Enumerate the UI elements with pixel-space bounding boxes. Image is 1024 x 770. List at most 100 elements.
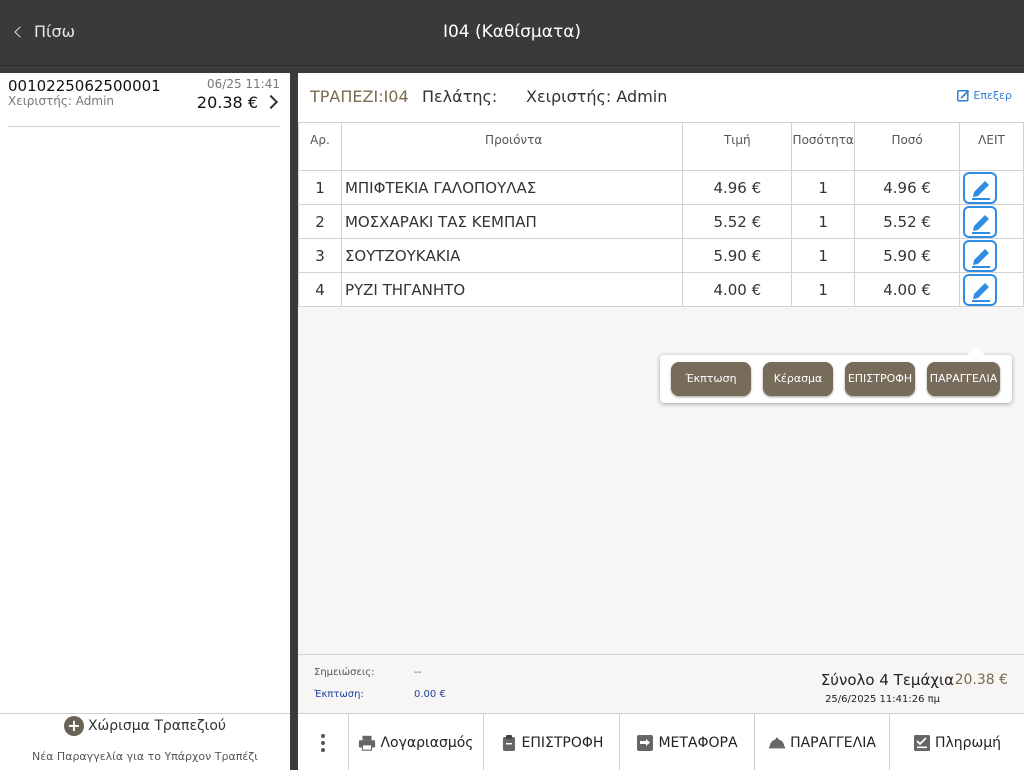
top-bar: Πίσω I04 (Καθίσματα) — [0, 0, 1024, 66]
dot — [321, 740, 325, 745]
row-qty: 1 — [791, 238, 856, 273]
row-amount: 4.00 € — [854, 272, 961, 307]
table-label: ΤΡΑΠΕΖΙ:I04 — [310, 87, 409, 106]
row-edit-button[interactable] — [963, 239, 998, 272]
cloche-icon — [768, 737, 786, 748]
order-button[interactable]: ΠΑΡΑΓΓΕΛΙΑ — [754, 714, 889, 770]
operator-label: Χειριστής: Admin — [526, 87, 668, 106]
col-price-header: Τιμή — [682, 122, 793, 171]
printer-icon — [359, 735, 376, 751]
payment-label: Πληρωμή — [934, 734, 1002, 751]
plus-circle-icon: + — [63, 716, 84, 736]
order-card[interactable]: 0010225062500001 06/25 11:41 Χειριστής: … — [8, 75, 280, 127]
orders-panel: 0010225062500001 06/25 11:41 Χειριστής: … — [0, 73, 290, 770]
order-item-button[interactable]: ΠΑΡΑΓΓΕΛΙΑ — [927, 362, 1000, 396]
col-product-header: Προιόντα — [340, 122, 684, 171]
popup-arrow — [966, 346, 986, 356]
return-button[interactable]: ΕΠΙΣΤΡΟΦΗ — [483, 714, 619, 770]
dot — [321, 747, 325, 752]
discount-button[interactable]: Έκπτωση — [671, 362, 751, 396]
transfer-icon — [637, 734, 654, 751]
col-no-header: Αρ. — [298, 122, 342, 171]
col-amount-header: Ποσό — [854, 122, 961, 171]
row-qty: 1 — [791, 204, 856, 239]
edit-icon — [957, 90, 970, 102]
chevron-right-icon — [263, 94, 279, 110]
col-qty-header: Ποσότητα — [791, 122, 856, 171]
row-amount: 5.52 € — [854, 204, 961, 239]
pencil-icon — [972, 180, 991, 200]
row-price: 4.96 € — [682, 170, 793, 205]
panel-divider — [290, 73, 298, 770]
row-no: 1 — [298, 170, 342, 205]
table-row[interactable]: 3 ΣΟΥΤΖΟΥΚΑΚΙΑ 5.90 € 1 5.90 € — [298, 238, 1024, 273]
dot — [321, 733, 325, 738]
order-detail-panel: ΤΡΑΠΕΖΙ:I04 Πελάτης: Χειριστής: Admin Επ… — [298, 73, 1024, 770]
row-action — [959, 170, 1024, 205]
order-info-bar: ΤΡΑΠΕΖΙ:I04 Πελάτης: Χειριστής: Admin Επ… — [298, 73, 1024, 122]
row-price: 5.52 € — [682, 204, 793, 239]
discount-label: Έκπτωση: — [314, 689, 364, 700]
row-edit-button[interactable] — [963, 171, 998, 204]
row-actions-popup: Έκπτωση Κέρασμα ΕΠΙΣΤΡΟΦΗ ΠΑΡΑΓΓΕΛΙΑ — [660, 346, 1012, 403]
pencil-icon — [972, 282, 991, 302]
order-operator: Χειριστής: Admin — [8, 94, 115, 108]
row-action — [959, 238, 1024, 273]
customer-label: Πελάτης: — [422, 87, 498, 106]
row-qty: 1 — [791, 272, 856, 307]
more-menu-button[interactable] — [298, 714, 348, 770]
return-item-button[interactable]: ΕΠΙΣΤΡΟΦΗ — [845, 362, 915, 396]
table-row[interactable]: 1 ΜΠΙΦΤΕΚΙΑ ΓΑΛΟΠΟΥΛΑΣ 4.96 € 1 4.96 € — [298, 170, 1024, 205]
split-table-label: Χώρισμα Τραπεζιού — [87, 718, 227, 734]
row-edit-button[interactable] — [963, 205, 998, 238]
row-amount: 4.96 € — [854, 170, 961, 205]
order-summary: Σημειώσεις: -- Έκπτωση: 0.00 € Σύνολο 4 … — [298, 654, 1024, 713]
table-header-row: Αρ. Προιόντα Τιμή Ποσότητα Ποσό ΛΕΙΤ — [298, 122, 1024, 171]
row-qty: 1 — [791, 170, 856, 205]
row-action — [959, 272, 1024, 307]
row-price: 5.90 € — [682, 238, 793, 273]
table-row[interactable]: 2 ΜΟΣΧΑΡΑΚΙ ΤΑΣ ΚΕΜΠΑΠ 5.52 € 1 5.52 € — [298, 204, 1024, 239]
order-timestamp: 25/6/2025 11:41:26 πμ — [825, 694, 940, 705]
row-action — [959, 204, 1024, 239]
row-product: ΡΥΖΙ ΤΗΓΑΝΗΤΟ — [340, 272, 684, 307]
edit-order-button[interactable]: Επεξερ — [957, 89, 1012, 102]
payment-button[interactable]: Πληρωμή — [889, 714, 1024, 770]
pencil-icon — [972, 248, 991, 268]
discount-value: 0.00 € — [414, 689, 446, 700]
order-label: ΠΑΡΑΓΓΕΛΙΑ — [790, 734, 876, 751]
pos-app: Πίσω I04 (Καθίσματα) 0010225062500001 06… — [0, 0, 1024, 770]
total-label: Σύνολο 4 Τεμάχια — [820, 671, 954, 689]
row-product: ΜΠΙΦΤΕΚΙΑ ΓΑΛΟΠΟΥΛΑΣ — [340, 170, 684, 205]
split-table-button[interactable]: + Χώρισμα Τραπεζιού — [0, 716, 290, 736]
treat-button[interactable]: Κέρασμα — [763, 362, 833, 396]
order-total: 20.38 € — [196, 93, 258, 112]
clipboard-icon — [502, 734, 515, 751]
notes-value: -- — [414, 667, 422, 678]
row-amount: 5.90 € — [854, 238, 961, 273]
row-no: 2 — [298, 204, 342, 239]
transfer-button[interactable]: ΜΕΤΑΦΟΡΑ — [619, 714, 754, 770]
row-edit-button[interactable] — [963, 273, 998, 306]
edit-order-label: Επεξερ — [973, 89, 1012, 102]
row-product: ΜΟΣΧΑΡΑΚΙ ΤΑΣ ΚΕΜΠΑΠ — [340, 204, 684, 239]
row-no: 3 — [298, 238, 342, 273]
transfer-label: ΜΕΤΑΦΟΡΑ — [658, 734, 738, 751]
pencil-icon — [972, 214, 991, 234]
order-date: 06/25 11:41 — [207, 77, 280, 91]
return-label: ΕΠΙΣΤΡΟΦΗ — [521, 734, 604, 751]
col-action-header: ΛΕΙΤ — [959, 122, 1024, 171]
action-toolbar: Λογαριασμός ΕΠΙΣΤΡΟΦΗ ΜΕΤΑΦΟΡΑ ΠΑΡΑΓΓΕΛΙ… — [298, 713, 1024, 770]
table-row[interactable]: 4 ΡΥΖΙ ΤΗΓΑΝΗΤΟ 4.00 € 1 4.00 € — [298, 272, 1024, 307]
new-order-link[interactable]: Νέα Παραγγελία για το Υπάρχον Τραπέζι — [0, 750, 290, 763]
left-footer: + Χώρισμα Τραπεζιού Νέα Παραγγελία για τ… — [0, 713, 290, 770]
order-items-table: Αρ. Προιόντα Τιμή Ποσότητα Ποσό ΛΕΙΤ 1 Μ… — [298, 122, 1024, 307]
checklist-icon — [913, 734, 930, 751]
order-id: 0010225062500001 — [8, 77, 161, 95]
row-product: ΣΟΥΤΖΟΥΚΑΚΙΑ — [340, 238, 684, 273]
bill-label: Λογαριασμός — [380, 734, 474, 751]
row-no: 4 — [298, 272, 342, 307]
total-value: 20.38 € — [954, 672, 1008, 688]
bill-button[interactable]: Λογαριασμός — [348, 714, 483, 770]
notes-label: Σημειώσεις: — [314, 667, 375, 678]
